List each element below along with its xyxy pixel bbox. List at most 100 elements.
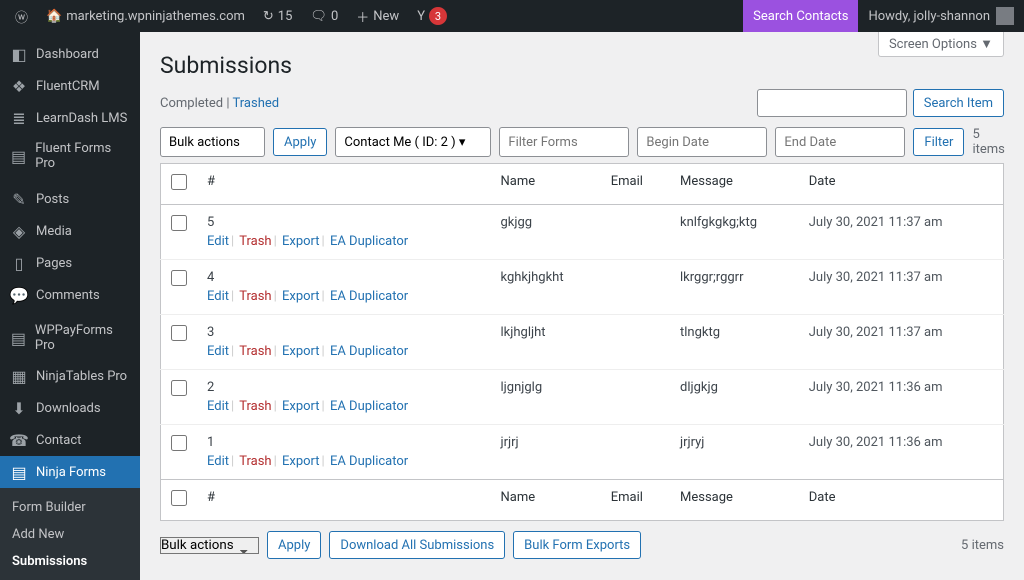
action-export[interactable]: Export — [282, 289, 320, 304]
action-ea-duplicator[interactable]: EA Duplicator — [330, 344, 408, 359]
action-edit[interactable]: Edit — [207, 289, 229, 304]
submenu-import-export[interactable]: Import / Export — [0, 575, 140, 580]
row-id: 1 — [207, 435, 214, 450]
status-trashed[interactable]: Trashed — [232, 96, 279, 111]
table-row: 5 Edit| Trash| Export| EA Duplicator gkj… — [161, 205, 1004, 260]
row-name: lkjhgljht — [491, 315, 601, 370]
filter-forms-input[interactable] — [499, 127, 629, 157]
updates-link[interactable]: ↻15 — [256, 0, 300, 32]
row-id: 2 — [207, 380, 214, 395]
end-date-input[interactable] — [775, 127, 905, 157]
apply-bulk-bottom[interactable]: Apply — [267, 531, 321, 559]
row-actions: Edit| Trash| Export| EA Duplicator — [207, 344, 481, 359]
sidebar-item-contact[interactable]: ☎Contact — [0, 424, 140, 456]
sidebar-item-ninjaforms[interactable]: ▤Ninja Forms — [0, 456, 140, 488]
begin-date-input[interactable] — [637, 127, 767, 157]
row-checkbox[interactable] — [171, 215, 187, 231]
sidebar-item-ninjatables[interactable]: ▦NinjaTables Pro — [0, 360, 140, 392]
media-icon: ◈ — [10, 222, 28, 240]
action-trash[interactable]: Trash — [239, 344, 271, 359]
comment-icon: 💬 — [10, 286, 28, 304]
action-ea-duplicator[interactable]: EA Duplicator — [330, 289, 408, 304]
admin-sidebar: ◧Dashboard ❖FluentCRM ≣LearnDash LMS ▤Fl… — [0, 32, 140, 580]
yoast-link[interactable]: Y3 — [410, 0, 454, 32]
sidebar-item-pages[interactable]: ▯Pages — [0, 247, 140, 279]
row-checkbox[interactable] — [171, 435, 187, 451]
row-message: jrjryj — [670, 425, 799, 480]
row-checkbox[interactable] — [171, 270, 187, 286]
search-input[interactable] — [757, 89, 907, 117]
select-all-top[interactable] — [171, 174, 187, 190]
site-link[interactable]: 🏠marketing.wpninjathemes.com — [39, 0, 252, 32]
sidebar-item-wppayforms[interactable]: ▤WPPayForms Pro — [0, 316, 140, 360]
col-id[interactable]: # — [197, 164, 491, 205]
wp-logo[interactable]: ⓦ — [8, 0, 35, 32]
action-trash[interactable]: Trash — [239, 234, 271, 249]
col-date[interactable]: Date — [799, 164, 1004, 205]
refresh-icon: ↻ — [263, 9, 274, 24]
action-trash[interactable]: Trash — [239, 289, 271, 304]
row-checkbox[interactable] — [171, 380, 187, 396]
comments-link[interactable]: 🗨0 — [303, 0, 345, 32]
action-export[interactable]: Export — [282, 399, 320, 414]
row-email — [601, 205, 670, 260]
row-actions: Edit| Trash| Export| EA Duplicator — [207, 399, 481, 414]
sidebar-item-learndash[interactable]: ≣LearnDash LMS — [0, 102, 140, 134]
submenu-submissions[interactable]: Submissions — [0, 548, 140, 575]
sidebar-item-posts[interactable]: ✎Posts — [0, 183, 140, 215]
dashboard-icon: ◧ — [10, 45, 28, 63]
action-export[interactable]: Export — [282, 344, 320, 359]
sidebar-item-media[interactable]: ◈Media — [0, 215, 140, 247]
bulk-actions-select-top[interactable]: Bulk actions — [160, 127, 265, 157]
sidebar-item-fluentcrm[interactable]: ❖FluentCRM — [0, 70, 140, 102]
action-ea-duplicator[interactable]: EA Duplicator — [330, 454, 408, 469]
action-edit[interactable]: Edit — [207, 344, 229, 359]
bulk-actions-select-bottom[interactable]: Bulk actions — [160, 537, 259, 554]
row-name: jrjrj — [491, 425, 601, 480]
account-menu[interactable]: Howdy, jolly-shannon — [858, 0, 1024, 32]
lms-icon: ≣ — [10, 109, 28, 127]
items-count-bottom: 5 items — [961, 538, 1004, 553]
forms-icon: ▤ — [10, 147, 27, 165]
col-message[interactable]: Message — [670, 164, 799, 205]
admin-toolbar: ⓦ 🏠marketing.wpninjathemes.com ↻15 🗨0 ＋N… — [0, 0, 1024, 32]
col-email[interactable]: Email — [601, 164, 670, 205]
action-export[interactable]: Export — [282, 234, 320, 249]
row-email — [601, 315, 670, 370]
row-email — [601, 370, 670, 425]
screen-options-toggle[interactable]: Screen Options ▼ — [878, 32, 1004, 57]
action-edit[interactable]: Edit — [207, 454, 229, 469]
status-completed[interactable]: Completed — [160, 96, 223, 111]
action-export[interactable]: Export — [282, 454, 320, 469]
select-all-bottom[interactable] — [171, 490, 187, 506]
action-trash[interactable]: Trash — [239, 454, 271, 469]
submenu-add-new[interactable]: Add New — [0, 521, 140, 548]
row-id: 3 — [207, 325, 214, 340]
action-trash[interactable]: Trash — [239, 399, 271, 414]
row-checkbox[interactable] — [171, 325, 187, 341]
apply-bulk-top[interactable]: Apply — [273, 128, 327, 156]
search-button[interactable]: Search Item — [913, 89, 1004, 117]
bulk-export-button[interactable]: Bulk Form Exports — [513, 531, 641, 559]
filter-button[interactable]: Filter — [913, 128, 964, 156]
sidebar-item-dashboard[interactable]: ◧Dashboard — [0, 38, 140, 70]
pay-icon: ▤ — [10, 329, 27, 347]
new-link[interactable]: ＋New — [349, 0, 406, 32]
row-name: gkjgg — [491, 205, 601, 260]
table-row: 2 Edit| Trash| Export| EA Duplicator ljg… — [161, 370, 1004, 425]
row-email — [601, 425, 670, 480]
sidebar-item-comments[interactable]: 💬Comments — [0, 279, 140, 311]
submenu-form-builder[interactable]: Form Builder — [0, 494, 140, 521]
download-all-button[interactable]: Download All Submissions — [329, 531, 505, 559]
table-icon: ▦ — [10, 367, 28, 385]
sidebar-item-fluentforms[interactable]: ▤Fluent Forms Pro — [0, 134, 140, 178]
search-contacts-button[interactable]: Search Contacts — [743, 0, 858, 32]
action-ea-duplicator[interactable]: EA Duplicator — [330, 399, 408, 414]
form-filter-select[interactable]: Contact Me ( ID: 2 ) ▾ — [335, 127, 491, 157]
action-edit[interactable]: Edit — [207, 234, 229, 249]
action-ea-duplicator[interactable]: EA Duplicator — [330, 234, 408, 249]
col-name[interactable]: Name — [491, 164, 601, 205]
row-date: July 30, 2021 11:36 am — [799, 370, 1004, 425]
sidebar-item-downloads[interactable]: ⬇Downloads — [0, 392, 140, 424]
action-edit[interactable]: Edit — [207, 399, 229, 414]
